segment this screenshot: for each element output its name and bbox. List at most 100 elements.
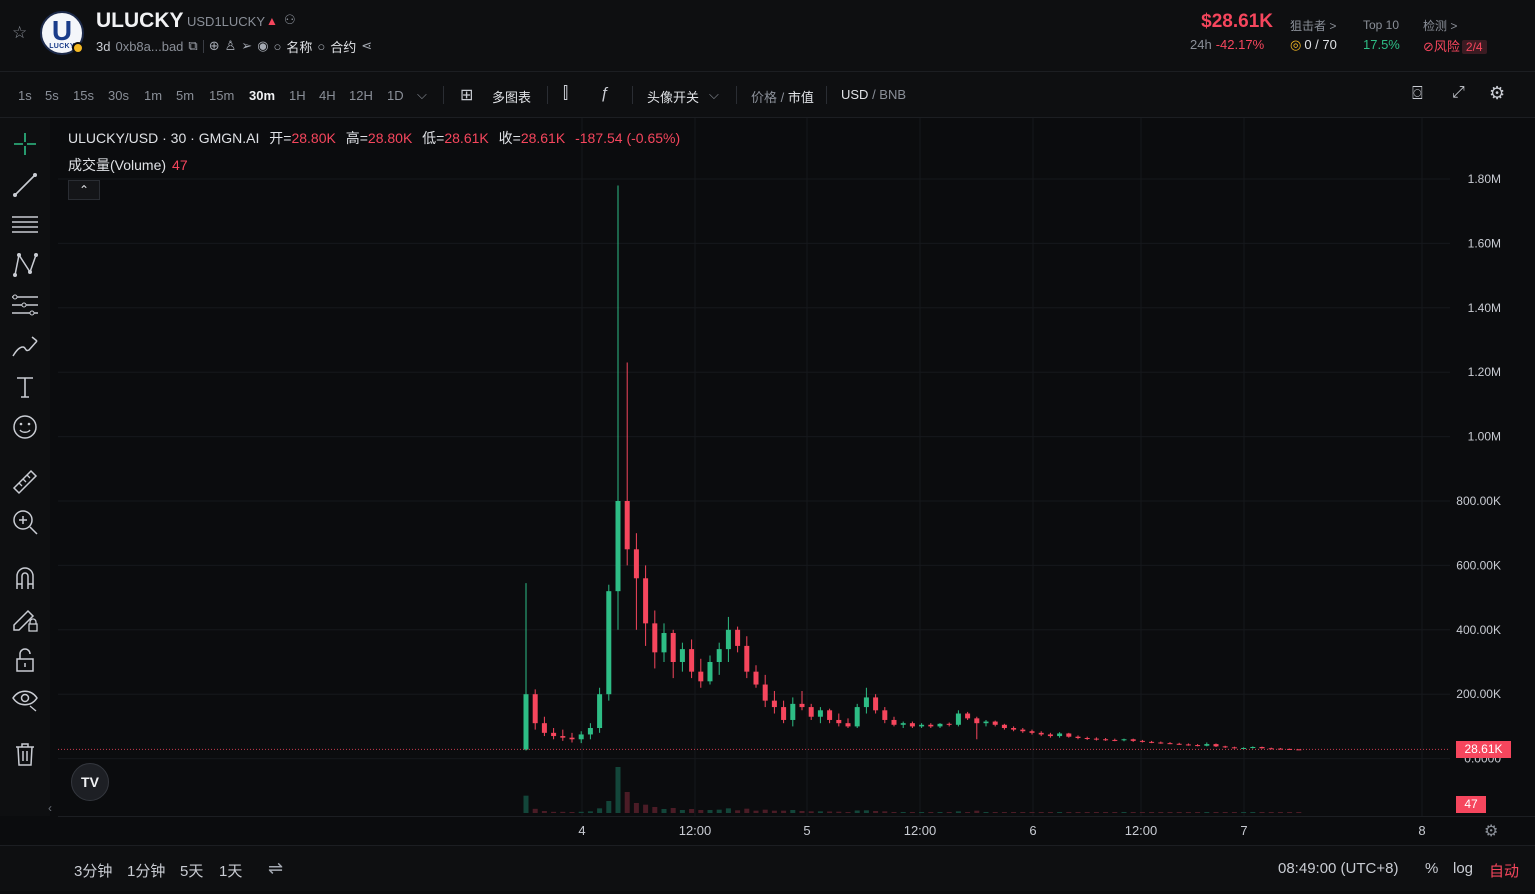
candle-body — [1093, 738, 1099, 740]
share-icon[interactable]: ⋖ — [361, 38, 372, 54]
candle-type-icon[interactable]: ⫿ — [563, 85, 568, 103]
trash-icon[interactable] — [10, 739, 40, 769]
candle-body — [817, 710, 823, 717]
settings-gear-icon[interactable]: ⚙ — [1489, 83, 1505, 104]
dev-icon[interactable]: ⚇ — [284, 12, 296, 28]
timeframe-30m[interactable]: 30m — [249, 88, 275, 103]
scroll-left-icon[interactable]: ‹ — [48, 801, 52, 815]
collapse-legend-button[interactable]: ⌃ — [68, 180, 100, 200]
volume-bar — [532, 808, 538, 813]
timeframe-1h[interactable]: 1H — [289, 88, 306, 103]
star-icon[interactable]: ☆ — [12, 24, 30, 42]
website-icon[interactable]: ⊕ — [209, 38, 220, 54]
time-axis[interactable]: 4 12:00 5 12:00 6 12:00 7 8 ⚙ — [58, 816, 1535, 845]
auto-scale-toggle[interactable]: 自动 — [1489, 860, 1519, 881]
ruler-icon[interactable] — [10, 467, 40, 497]
timeframe-5s[interactable]: 5s — [45, 88, 59, 103]
chevron-down-icon[interactable]: ⌵ — [417, 87, 427, 103]
candle-body — [955, 713, 961, 725]
volume-bar — [762, 809, 768, 813]
volume-bar — [735, 810, 741, 813]
emoji-icon[interactable] — [10, 412, 40, 442]
volume-bar — [578, 811, 584, 813]
volume-bar — [873, 811, 879, 813]
check-label[interactable]: 检测 > — [1423, 17, 1457, 34]
currency-toggle[interactable]: USD / BNB — [841, 87, 906, 102]
multi-chart-button[interactable]: 多图表 — [492, 87, 531, 106]
volume-bar — [799, 811, 805, 813]
candle-body — [689, 649, 695, 672]
percent-toggle[interactable]: % — [1425, 860, 1438, 877]
axis-settings-icon[interactable]: ⚙ — [1484, 821, 1498, 841]
bnb-option[interactable]: BNB — [879, 87, 906, 102]
tradingview-logo[interactable]: TV — [71, 763, 109, 801]
search-contract-icon[interactable]: ○ — [317, 39, 325, 54]
log-toggle[interactable]: log — [1453, 860, 1473, 877]
price-mcap-toggle[interactable]: 价格 / 市值 — [751, 87, 814, 106]
camera-icon[interactable]: ⌼ — [1412, 83, 1423, 104]
timeframe-4h[interactable]: 4H — [319, 88, 336, 103]
volume-bar — [1158, 812, 1164, 813]
zoom-in-icon[interactable] — [10, 507, 40, 537]
candle-body — [1176, 743, 1182, 745]
lock-drawing-icon[interactable] — [10, 604, 40, 634]
trend-line-icon[interactable] — [10, 170, 40, 200]
risk-row[interactable]: ⊘风险 2/4 — [1423, 36, 1487, 55]
range-1d-button[interactable]: 1天 — [219, 860, 242, 881]
price-option[interactable]: 价格 — [751, 90, 777, 105]
fullscreen-icon[interactable]: ⤢ — [1452, 84, 1465, 102]
snipers-label[interactable]: 狙击者 > — [1290, 17, 1336, 34]
volume-bar — [845, 812, 851, 813]
timeframe-12h[interactable]: 12H — [349, 88, 373, 103]
timeframe-15s[interactable]: 15s — [73, 88, 94, 103]
pattern-icon[interactable] — [10, 250, 40, 280]
chevron-down-icon[interactable]: ⌵ — [709, 87, 719, 103]
volume-bar — [725, 808, 731, 813]
volume-bar — [1195, 812, 1201, 813]
user-icon[interactable]: ♙ — [225, 38, 237, 54]
timeframe-5m[interactable]: 5m — [176, 88, 194, 103]
usd-option[interactable]: USD — [841, 87, 868, 102]
candle-body — [744, 645, 750, 672]
volume-bar — [1296, 812, 1302, 813]
brush-icon[interactable] — [10, 331, 40, 361]
search-name-link[interactable]: 名称 — [286, 37, 312, 56]
social-icon[interactable]: ◉ — [257, 38, 268, 54]
volume-bar — [569, 812, 575, 813]
avatar-toggle-button[interactable]: 头像开关 — [647, 87, 699, 106]
timeframe-30s[interactable]: 30s — [108, 88, 129, 103]
volume-bar — [919, 812, 925, 813]
range-5d-button[interactable]: 5天 — [180, 860, 203, 881]
fib-icon[interactable] — [10, 290, 40, 320]
candlestick-plot[interactable]: 1.80M 1.60M 1.40M 1.20M 1.00M 800.00K 600.00K 4… — [58, 118, 1535, 816]
calendar-range-icon[interactable]: ⇌ — [268, 858, 283, 879]
copy-icon[interactable]: ⧉ — [188, 38, 197, 54]
telegram-icon[interactable]: ➢ — [241, 38, 252, 54]
indicators-icon[interactable]: ƒ — [600, 85, 609, 103]
search-name-icon[interactable]: ○ — [274, 39, 282, 54]
warning-icon[interactable]: ▲ — [266, 14, 278, 28]
search-contract-link[interactable]: 合约 — [330, 37, 356, 56]
crosshair-icon[interactable] — [10, 129, 40, 159]
candle-body — [560, 736, 566, 738]
range-3m-button[interactable]: 3分钟 — [74, 860, 112, 881]
timeframe-1s[interactable]: 1s — [18, 88, 32, 103]
add-chart-icon[interactable]: ⊞ — [460, 85, 473, 105]
timeframe-1m[interactable]: 1m — [144, 88, 162, 103]
text-tool-icon[interactable] — [10, 372, 40, 402]
candle-body — [578, 734, 584, 740]
contract-address[interactable]: 0xb8a...bad — [115, 39, 183, 54]
clock-time[interactable]: 08:49:00 (UTC+8) — [1278, 860, 1398, 877]
volume-bar — [560, 811, 566, 813]
unlock-icon[interactable] — [10, 645, 40, 675]
horizontal-lines-icon[interactable] — [10, 210, 40, 240]
mcap-option[interactable]: 市值 — [788, 90, 814, 105]
price-chart[interactable]: 1.80M 1.60M 1.40M 1.20M 1.00M 800.00K 600.00K 4… — [48, 118, 1535, 816]
magnet-icon[interactable] — [10, 563, 40, 593]
volume-bar — [817, 811, 823, 813]
range-1m-button[interactable]: 1分钟 — [127, 860, 165, 881]
candle-body — [1112, 739, 1118, 741]
timeframe-15m[interactable]: 15m — [209, 88, 234, 103]
eye-icon[interactable] — [10, 684, 40, 714]
timeframe-1d[interactable]: 1D — [387, 88, 404, 103]
